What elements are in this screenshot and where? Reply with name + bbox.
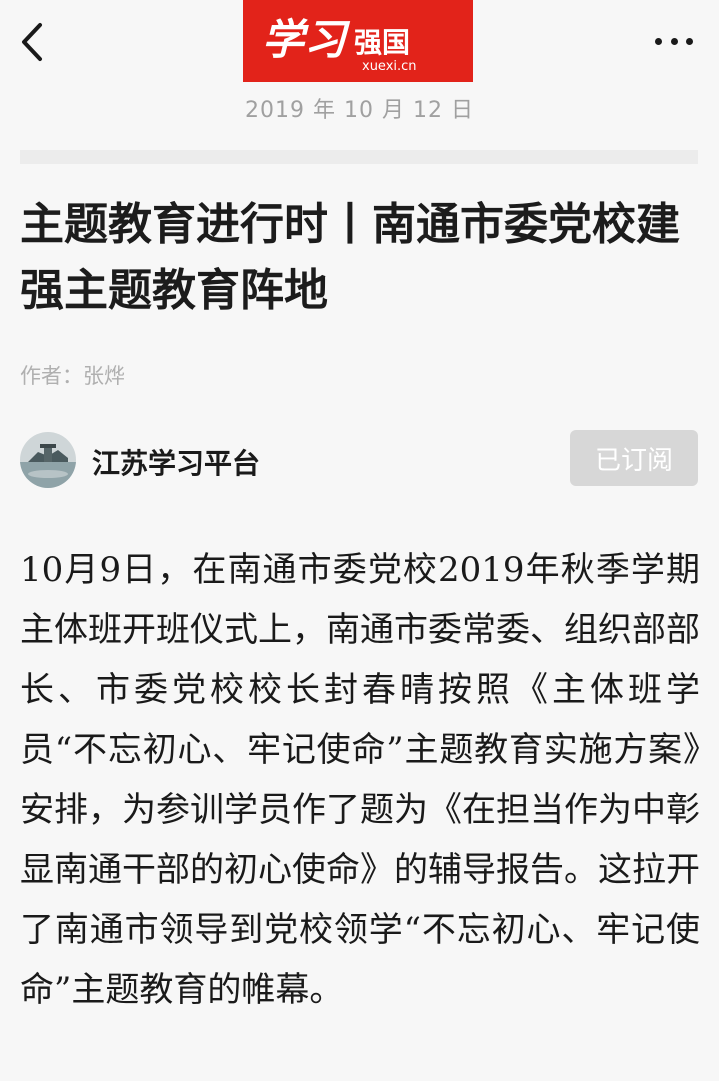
svg-text:xuexi.cn: xuexi.cn <box>362 59 417 74</box>
article-body: 10月9日，在南通市委党校2019年秋季学期主体班开班仪式上，南通市委常委、组织… <box>20 550 700 1010</box>
top-bar: 学习 强国 xuexi.cn <box>0 0 719 84</box>
article-title: 主题教育进行时丨南通市委党校建强主题教育阵地 <box>20 199 680 316</box>
source-avatar[interactable] <box>20 432 76 488</box>
xuexi-logo: 学习 强国 xuexi.cn <box>243 0 473 82</box>
subscribed-button[interactable]: 已订阅 <box>570 430 698 486</box>
more-dots-icon <box>655 37 662 45</box>
back-arrow-icon <box>22 23 42 61</box>
back-button[interactable] <box>14 22 50 62</box>
author-line: 作者：张烨 <box>20 364 125 388</box>
source-name[interactable]: 江苏学习平台 <box>92 442 260 482</box>
svg-text:强国: 强国 <box>354 26 410 59</box>
divider <box>20 150 698 164</box>
publish-date: 2019 年 10 月 12 日 <box>245 98 474 123</box>
more-button[interactable] <box>655 32 693 50</box>
source-row: 江苏学习平台 已订阅 <box>20 430 698 490</box>
svg-text:学习: 学习 <box>262 15 351 64</box>
